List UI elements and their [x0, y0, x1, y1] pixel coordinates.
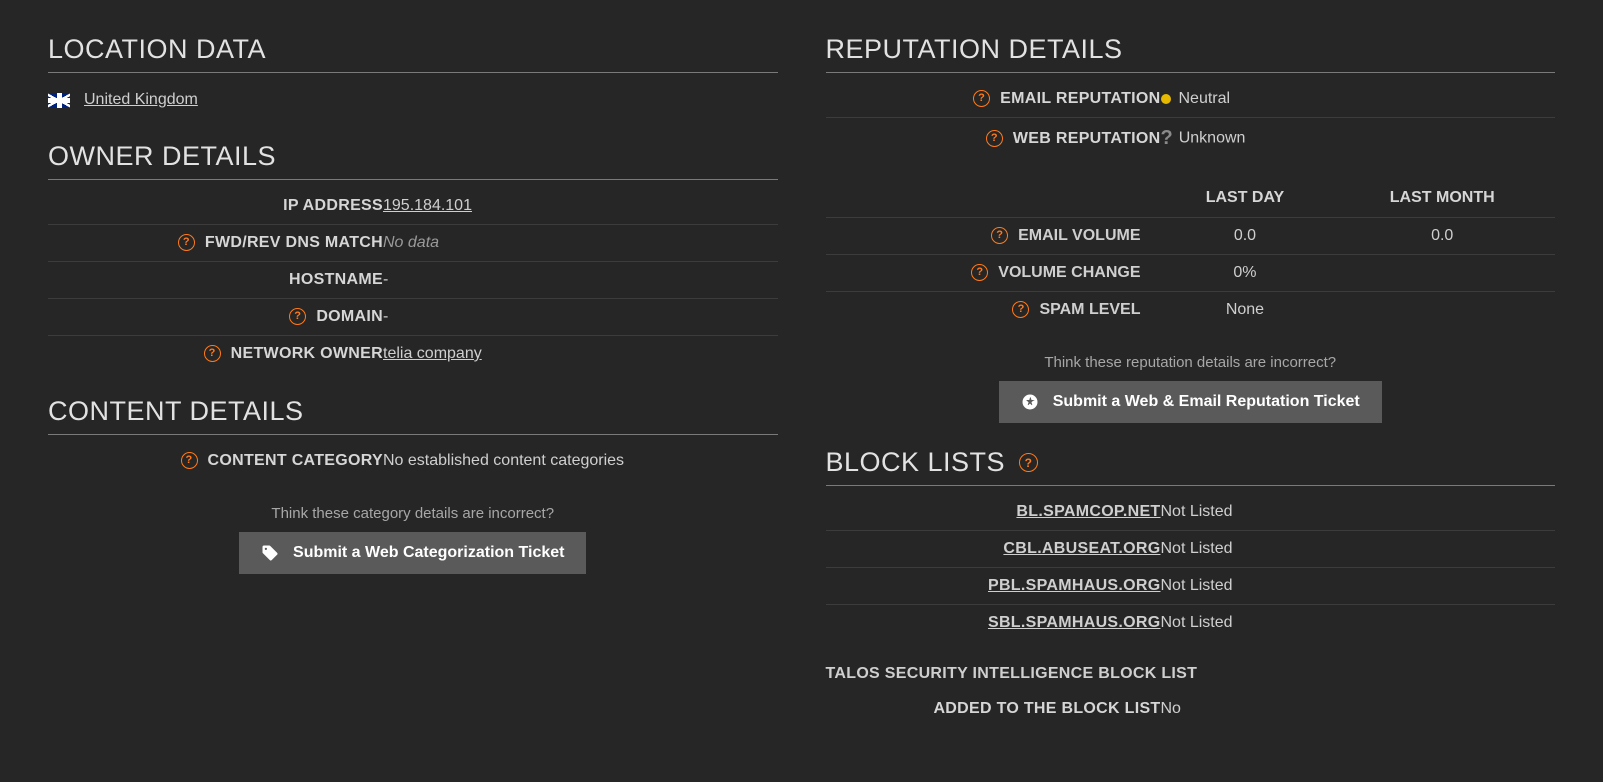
reputation-table: ?EMAIL REPUTATION Neutral ?WEB REPUTATIO… [826, 81, 1556, 159]
left-column: LOCATION DATA United Kingdom OWNER DETAI… [48, 10, 778, 727]
table-row: ? DOMAIN - [48, 299, 778, 336]
emailvol-month: 0.0 [1329, 218, 1555, 255]
help-icon[interactable]: ? [289, 308, 306, 325]
table-row: ?WEB REPUTATION ?Unknown [826, 118, 1556, 160]
netown-label: NETWORK OWNER [231, 345, 383, 362]
table-row: SBL.SPAMHAUS.ORGNot Listed [826, 605, 1556, 642]
added-value: No [1161, 691, 1556, 727]
domain-label: DOMAIN [316, 308, 383, 325]
volchange-value: 0% [1161, 255, 1330, 292]
submit-categorization-button[interactable]: Submit a Web Categorization Ticket [239, 532, 586, 574]
dns-label: FWD/REV DNS MATCH [205, 234, 383, 251]
spam-value: None [1161, 292, 1330, 329]
location-row: United Kingdom [48, 73, 778, 117]
table-row: ? EMAIL VOLUME 0.0 0.0 [826, 218, 1556, 255]
star-badge-icon [1021, 393, 1039, 411]
help-icon[interactable]: ? [971, 264, 988, 281]
talos-heading: TALOS SECURITY INTELLIGENCE BLOCK LIST [826, 665, 1556, 683]
help-icon[interactable]: ? [178, 234, 195, 251]
ip-label: IP ADDRESS [48, 188, 383, 225]
category-label: CONTENT CATEGORY [208, 452, 383, 469]
domain-value: - [383, 299, 778, 336]
location-country-link[interactable]: United Kingdom [84, 91, 198, 109]
category-value: No established content categories [383, 443, 778, 479]
email-rep-value: Neutral [1179, 90, 1231, 107]
reputation-heading: REPUTATION DETAILS [826, 28, 1556, 73]
owner-heading: OWNER DETAILS [48, 135, 778, 180]
owner-table: IP ADDRESS 195.184.101 ? FWD/REV DNS MATC… [48, 188, 778, 372]
dns-value: No data [383, 225, 778, 262]
help-icon[interactable]: ? [204, 345, 221, 362]
web-rep-value: Unknown [1179, 130, 1246, 147]
table-row: ADDED TO THE BLOCK LIST No [826, 691, 1556, 727]
right-column: REPUTATION DETAILS ? EMAIL REPUTATION Neu… [826, 10, 1556, 727]
content-hint: Think these category details are incorre… [48, 505, 778, 522]
table-row: ? SPAM LEVEL None [826, 292, 1556, 329]
button-label: Submit a Web & Email Reputation Ticket [1053, 393, 1360, 411]
blocklist-name-link[interactable]: PBL.SPAMHAUS.ORG [988, 577, 1161, 594]
spam-label: SPAM LEVEL [1039, 301, 1140, 318]
table-row: HOSTNAME - [48, 262, 778, 299]
content-heading: CONTENT DETAILS [48, 390, 778, 435]
blocklist-status: Not Listed [1161, 568, 1556, 605]
button-label: Submit a Web Categorization Ticket [293, 544, 564, 562]
content-table: ? CONTENT CATEGORY No established content… [48, 443, 778, 479]
location-heading: LOCATION DATA [48, 28, 778, 73]
blocklist-status: Not Listed [1161, 531, 1556, 568]
help-icon[interactable]: ? [973, 90, 990, 107]
table-row: IP ADDRESS 195.184.101 [48, 188, 778, 225]
talos-table: ADDED TO THE BLOCK LIST No [826, 691, 1556, 727]
blocklist-name-link[interactable]: SBL.SPAMHAUS.ORG [988, 614, 1161, 631]
table-row: CBL.ABUSEAT.ORGNot Listed [826, 531, 1556, 568]
col-last-day: LAST DAY [1161, 179, 1330, 218]
help-icon[interactable]: ? [181, 452, 198, 469]
help-icon[interactable]: ? [991, 227, 1008, 244]
question-icon: ? [1161, 127, 1173, 149]
emailvol-label: EMAIL VOLUME [1018, 227, 1140, 244]
table-row: ? CONTENT CATEGORY No established content… [48, 443, 778, 479]
host-value: - [383, 262, 778, 299]
blocklist-status: Not Listed [1161, 494, 1556, 531]
help-icon[interactable]: ? [986, 130, 1003, 147]
blocklists-heading: BLOCK LISTS ? [826, 441, 1556, 486]
reputation-hint: Think these reputation details are incor… [826, 354, 1556, 371]
submit-reputation-button[interactable]: Submit a Web & Email Reputation Ticket [999, 381, 1382, 423]
uk-flag-icon [48, 93, 70, 108]
web-rep-label: WEB REPUTATION [1013, 130, 1161, 147]
added-label: ADDED TO THE BLOCK LIST [826, 691, 1161, 727]
table-row: BL.SPAMCOP.NETNot Listed [826, 494, 1556, 531]
volchange-label: VOLUME CHANGE [998, 264, 1140, 281]
table-row: ? NETWORK OWNER telia company [48, 336, 778, 373]
tag-icon [261, 544, 279, 562]
volume-table: LAST DAY LAST MONTH ? EMAIL VOLUME 0.0 0.… [826, 179, 1556, 328]
emailvol-day: 0.0 [1161, 218, 1330, 255]
table-row: ? VOLUME CHANGE 0% [826, 255, 1556, 292]
ip-link[interactable]: 195.184.101 [383, 197, 472, 214]
blocklist-status: Not Listed [1161, 605, 1556, 642]
help-icon[interactable]: ? [1019, 453, 1038, 472]
blocklist-name-link[interactable]: CBL.ABUSEAT.ORG [1003, 540, 1160, 557]
table-row: ? EMAIL REPUTATION Neutral [826, 81, 1556, 118]
col-last-month: LAST MONTH [1329, 179, 1555, 218]
table-row: PBL.SPAMHAUS.ORGNot Listed [826, 568, 1556, 605]
help-icon[interactable]: ? [1012, 301, 1029, 318]
netown-link[interactable]: telia company [383, 345, 482, 362]
email-rep-label: EMAIL REPUTATION [1000, 90, 1160, 107]
status-dot-icon [1161, 94, 1171, 104]
blocklist-name-link[interactable]: BL.SPAMCOP.NET [1016, 503, 1160, 520]
blocklists-table: BL.SPAMCOP.NETNot ListedCBL.ABUSEAT.ORGN… [826, 494, 1556, 641]
table-row: ? FWD/REV DNS MATCH No data [48, 225, 778, 262]
host-label: HOSTNAME [48, 262, 383, 299]
